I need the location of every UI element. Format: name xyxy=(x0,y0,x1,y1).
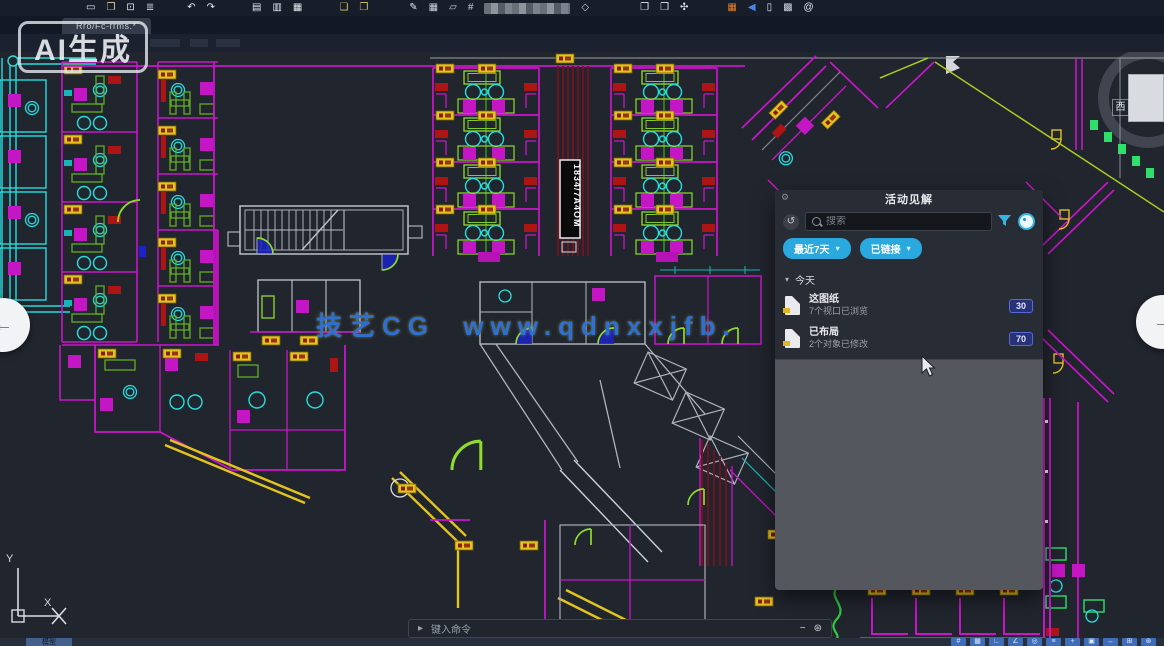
table-icon[interactable]: ▦ xyxy=(429,0,438,16)
status-toggles: # ▦ ∟ ∠ ◎ ≡ + ▣ ↔ ⊞ ⊛ xyxy=(951,638,1156,646)
layers-icon[interactable]: ≣ xyxy=(146,0,154,16)
model-tab[interactable]: 模型 xyxy=(26,638,72,646)
svg-text:1834/7A4OM: 1834/7A4OM xyxy=(572,164,582,228)
publish-icon[interactable]: ▦ xyxy=(293,0,302,16)
censored-region xyxy=(484,3,570,14)
mention-icon[interactable]: @ xyxy=(804,0,814,16)
item-subtitle: 7个视口已浏览 xyxy=(809,306,1000,317)
new-file-icon[interactable]: ▭ xyxy=(86,0,95,16)
section-label: 今天 xyxy=(795,272,815,287)
pointer-icon[interactable]: ◀ xyxy=(748,0,756,16)
transparency-toggle[interactable]: ↔ xyxy=(1103,638,1118,646)
lineweight-toggle[interactable]: ▣ xyxy=(1084,638,1099,646)
viewcube-face[interactable] xyxy=(1128,74,1164,122)
grid-toggle[interactable]: # xyxy=(951,638,966,646)
refresh-icon[interactable] xyxy=(1018,213,1035,230)
ribbon-strip xyxy=(0,34,1164,52)
status-bar: 模型 # ▦ ∟ ∠ ◎ ≡ + ▣ ↔ ⊞ ⊛ xyxy=(0,638,1164,646)
paste-icon[interactable]: ❒ xyxy=(660,0,669,16)
site-watermark: 技艺CG www.qdnxxjfb. xyxy=(316,306,737,343)
document-icon xyxy=(785,329,800,348)
mouse-cursor xyxy=(921,356,936,377)
search-icon xyxy=(812,217,821,226)
calendar-icon[interactable]: ▦ xyxy=(727,0,736,16)
search-input[interactable] xyxy=(826,216,985,227)
scale-1-1-icon[interactable]: ⊡ xyxy=(126,0,134,16)
panel-title: 活动见解 xyxy=(885,191,933,207)
viewcube-west-label[interactable]: 西 xyxy=(1112,99,1129,116)
filter-pill-1[interactable]: 已链接 ▾ xyxy=(860,238,922,259)
filter-pills: 最近7天 ▾ 已链接 ▾ xyxy=(775,234,1043,266)
command-prompt-text[interactable]: 键入命令 xyxy=(431,621,471,636)
copy-icon[interactable]: ❐ xyxy=(640,0,649,16)
command-bar[interactable]: ▸ 键入命令 − ⊛ xyxy=(408,619,832,638)
svg-text:X: X xyxy=(44,597,52,609)
arrow-left-icon: ← xyxy=(0,314,13,337)
item-subtitle: 2个对象已修改 xyxy=(809,339,1000,350)
minimize-icon[interactable]: − xyxy=(800,623,806,634)
otrack-toggle[interactable]: ≡ xyxy=(1046,638,1061,646)
quick-access-toolbar: ▭ ❒ ⊡ ≣ ↶ ↷ ▤ ▥ ▦ ❏ ❐ ✎ ▦ ▱ # ◇ ❐ ❒ ✣ ▦ ◀ ▯ ▩ @ xyxy=(0,0,1164,16)
arrow-right-icon: → xyxy=(1153,311,1164,334)
nav-wheel-icon[interactable]: ⊛ xyxy=(814,623,822,634)
item-text: 这图纸7个视口已浏览 xyxy=(809,294,1000,317)
osnap-toggle[interactable]: ◎ xyxy=(1027,638,1042,646)
item-text: 已布局2个对象已修改 xyxy=(809,327,1000,350)
gear-icon[interactable]: ⚙ xyxy=(781,192,790,203)
measure-icon[interactable]: # xyxy=(468,0,474,16)
drawing-tab-bar: Rro/Fc-rrms.* xyxy=(0,16,1164,34)
snap-toggle[interactable]: ▦ xyxy=(970,638,985,646)
annotation-toggle[interactable]: ⊞ xyxy=(1122,638,1137,646)
ai-generated-watermark: AI生成 xyxy=(18,21,148,73)
filter-pill-label: 最近7天 xyxy=(794,241,830,256)
chevron-down-icon: ▾ xyxy=(785,275,789,284)
ucs-icon: Y X xyxy=(0,548,80,631)
sheet-icon[interactable]: ❏ xyxy=(339,0,348,16)
item-title: 这图纸 xyxy=(809,294,1000,306)
panel-header: ⚙ 活动见解 xyxy=(775,190,1043,208)
dynamic-input-toggle[interactable]: + xyxy=(1065,638,1080,646)
history-icon[interactable]: ↺ xyxy=(783,214,799,230)
chevron-down-icon: ▾ xyxy=(836,244,840,253)
command-prompt-icon: ▸ xyxy=(418,623,423,634)
filter-icon[interactable] xyxy=(998,215,1012,228)
folder-icon[interactable]: ▱ xyxy=(449,0,457,16)
annotate-icon[interactable]: ✎ xyxy=(409,0,417,16)
open-file-icon[interactable]: ❒ xyxy=(106,0,115,16)
filter-pill-0[interactable]: 最近7天 ▾ xyxy=(783,238,851,259)
undo-icon[interactable]: ↶ xyxy=(187,0,195,16)
activity-insights-panel: ⚙ 活动见解 ↺ 最近7天 ▾ 已链接 ▾ ▾ 今天 这图纸7个视口已浏览 30 已布局2… xyxy=(775,190,1043,590)
workspace-toggle[interactable]: ⊛ xyxy=(1141,638,1156,646)
ortho-toggle[interactable]: ∟ xyxy=(989,638,1004,646)
match-properties-icon[interactable]: ✣ xyxy=(680,0,688,16)
image-icon[interactable]: ▩ xyxy=(783,0,792,16)
polar-toggle[interactable]: ∠ xyxy=(1008,638,1023,646)
document-icon xyxy=(785,296,800,315)
list-item[interactable]: 已布局2个对象已修改 70 xyxy=(775,322,1043,355)
list-item[interactable]: 这图纸7个视口已浏览 30 xyxy=(775,289,1043,322)
plot-preview-icon[interactable]: ▥ xyxy=(272,0,281,16)
section-today[interactable]: ▾ 今天 xyxy=(775,266,1043,289)
count-badge: 70 xyxy=(1009,332,1033,346)
svg-text:Y: Y xyxy=(6,553,14,565)
redo-icon[interactable]: ↷ xyxy=(207,0,215,16)
plot-icon[interactable]: ▤ xyxy=(252,0,261,16)
item-title: 已布局 xyxy=(809,327,1000,339)
tag-icon[interactable]: ◇ xyxy=(581,0,589,16)
count-badge: 30 xyxy=(1009,299,1033,313)
chevron-down-icon: ▾ xyxy=(907,244,911,253)
search-box xyxy=(805,212,992,231)
chat-icon[interactable]: ▯ xyxy=(767,0,773,16)
insight-list: 这图纸7个视口已浏览 30 已布局2个对象已修改 70 xyxy=(775,289,1043,355)
sheet-set-icon[interactable]: ❐ xyxy=(359,0,368,16)
filter-pill-label: 已链接 xyxy=(871,241,901,256)
